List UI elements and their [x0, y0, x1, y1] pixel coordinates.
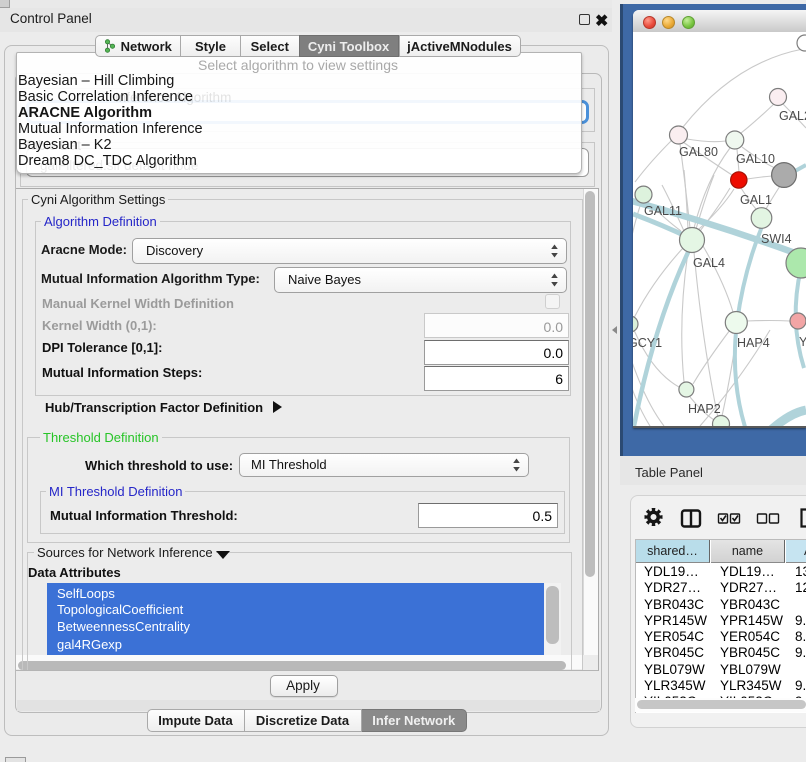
- svg-text:GCY1: GCY1: [633, 336, 662, 350]
- svg-text:GAL1: GAL1: [740, 193, 772, 207]
- svg-text:GAL11: GAL11: [644, 204, 682, 218]
- svg-text:YP: YP: [799, 335, 806, 349]
- svg-text:SWI4: SWI4: [761, 232, 792, 246]
- svg-text:GAL80: GAL80: [679, 145, 718, 159]
- svg-text:GAL10: GAL10: [736, 152, 775, 166]
- svg-text:HAP4: HAP4: [737, 336, 770, 350]
- svg-text:GAL4: GAL4: [693, 256, 725, 270]
- svg-text:HAP2: HAP2: [688, 402, 721, 416]
- svg-text:GAL2: GAL2: [779, 109, 806, 123]
